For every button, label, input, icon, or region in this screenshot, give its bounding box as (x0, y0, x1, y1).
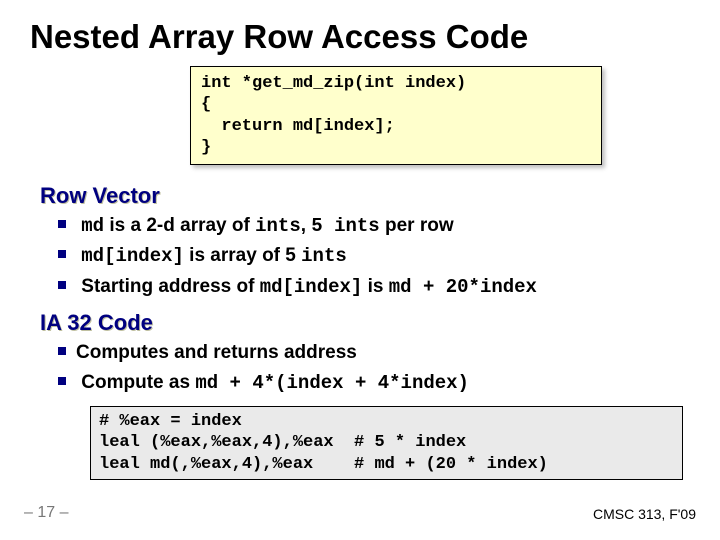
bullet-rv-2: md[index] is array of 5 ints (58, 241, 690, 271)
bullet-ia-1: Computes and returns address (58, 338, 690, 367)
row-vector-bullets: md is a 2-d array of ints, 5 ints per ro… (58, 211, 690, 302)
slide-title: Nested Array Row Access Code (30, 18, 690, 56)
ia32-bullets: Computes and returns address Compute as … (58, 338, 690, 398)
bullet-rv-3: Starting address of md[index] is md + 20… (58, 272, 690, 302)
section-ia32-heading: IA 32 Code (40, 310, 690, 336)
code-snippet-top: int *get_md_zip(int index) { return md[i… (190, 66, 602, 165)
page-number: – 17 – (24, 504, 68, 522)
slide: Nested Array Row Access Code int *get_md… (0, 0, 720, 540)
section-row-vector-heading: Row Vector (40, 183, 690, 209)
bullet-ia-2: Compute as md + 4*(index + 4*index) (58, 368, 690, 398)
bullet-rv-1: md is a 2-d array of ints, 5 ints per ro… (58, 211, 690, 241)
code-snippet-asm: # %eax = index leal (%eax,%eax,4),%eax #… (90, 406, 683, 480)
course-tag: CMSC 313, F'09 (593, 506, 696, 522)
